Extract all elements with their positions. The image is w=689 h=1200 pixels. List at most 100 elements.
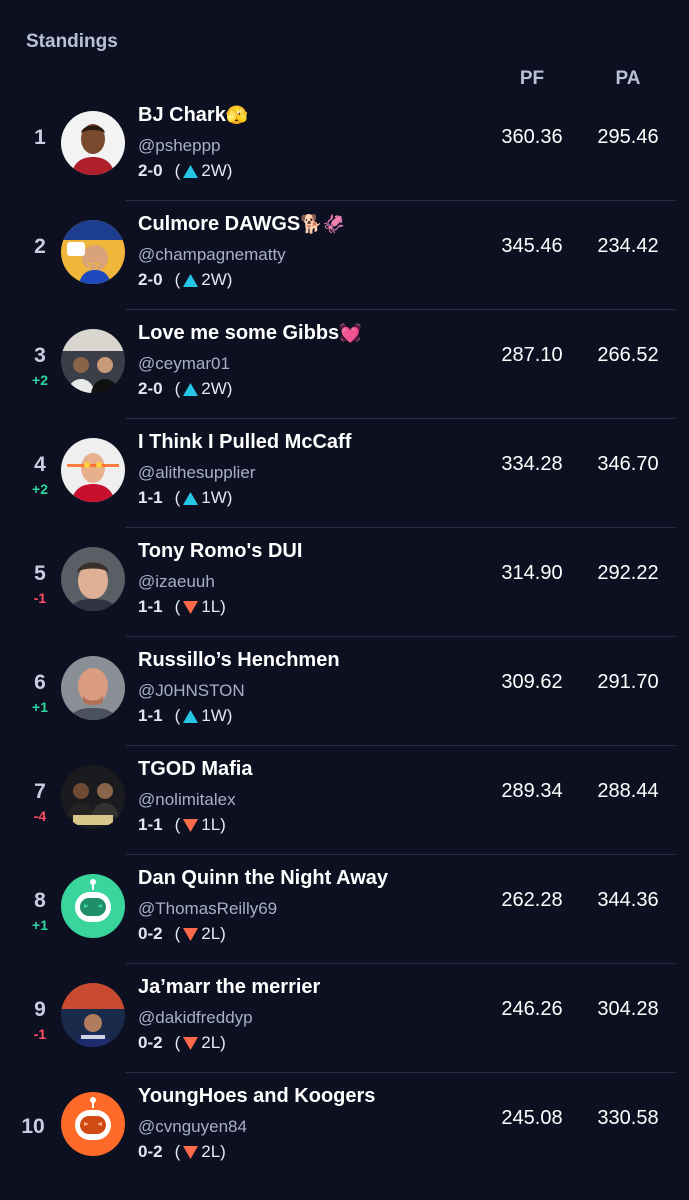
team-name[interactable]: Dan Quinn the Night Away [138,867,388,890]
page-title: Standings [26,31,118,52]
standings-row[interactable]: 8 +1 Dan Quinn the Night Away @ThomasRei… [0,855,689,964]
team-record-line: 1-1 ( 1W) [138,706,232,726]
rank-number: 6 [34,671,46,694]
owner-handle[interactable]: @J0HNSTON [138,681,245,701]
team-name[interactable]: Russillo’s Henchmen [138,649,340,672]
points-against: 288.44 [597,780,659,802]
streak-value: 1L) [201,597,226,616]
team-name-text: Ja’marr the merrier [138,976,321,998]
team-name[interactable]: Culmore DAWGS🐕🦑 [138,213,345,236]
streak-value: 2L) [201,924,226,943]
standings-row[interactable]: 2 17 Culmore DAWGS🐕🦑 @champagnematty 2-0… [0,201,689,310]
team-record-line: 0-2 ( 2L) [138,1033,226,1053]
owner-handle[interactable]: @champagnematty [138,245,286,265]
win-loss-record: 2-0 [138,379,163,398]
pa-column-header[interactable]: PA [588,68,668,90]
team-name-text: Tony Romo's DUI [138,540,303,562]
standings-row[interactable]: 5 -1 Tony Romo's DUI @izaeuuh 1-1 ( 1L) … [0,528,689,637]
owner-handle[interactable]: @cvnguyen84 [138,1117,247,1137]
team-avatar[interactable] [61,656,125,720]
points-for: 245.08 [501,1107,563,1129]
standings-row[interactable]: 7 -4 TGOD Mafia @nolimitalex 1-1 ( 1L) 2… [0,746,689,855]
team-name[interactable]: Love me some Gibbs💓 [138,322,362,345]
rank-number: 8 [34,889,46,912]
owner-handle[interactable]: @nolimitalex [138,790,236,810]
team-avatar[interactable] [61,111,125,175]
streak-value: 2L) [201,1033,226,1052]
streak: ( 2L) [175,924,226,944]
team-name[interactable]: Tony Romo's DUI [138,540,302,563]
triangle-down-icon [182,1036,199,1051]
owner-handle[interactable]: @izaeuuh [138,572,215,592]
team-name[interactable]: TGOD Mafia [138,758,252,781]
owner-handle[interactable]: @psheppp [138,136,221,156]
streak-open-paren: ( [174,379,181,398]
triangle-down-icon [182,818,199,833]
team-record-line: 1-1 ( 1W) [138,488,232,508]
rank-change: +2 [32,372,48,388]
points-for: 334.28 [501,453,563,475]
team-name-emoji: 🐕🦑 [300,214,346,235]
points-for: 360.36 [501,126,563,148]
streak-value: 1W) [201,706,233,725]
team-name[interactable]: I Think I Pulled McCaff [138,431,351,454]
team-record-line: 0-2 ( 2L) [138,924,226,944]
team-record-line: 2-0 ( 2W) [138,270,232,290]
rank-number: 4 [34,453,46,476]
team-avatar[interactable] [61,983,125,1047]
standings-row[interactable]: 4 +2 I Think I Pulled McCaff @alithesupp… [0,419,689,528]
points-against: 292.22 [597,562,659,584]
streak-value: 1L) [201,815,226,834]
team-name-text: Dan Quinn the Night Away [138,867,389,889]
points-for: 262.28 [501,889,563,911]
team-name[interactable]: BJ Chark🫣 [138,104,248,127]
team-avatar[interactable] [61,1092,125,1156]
owner-handle[interactable]: @ceymar01 [138,354,230,374]
standings-row[interactable]: 3 +2 Love me some Gibbs💓 @ceymar01 2-0 (… [0,310,689,419]
points-against: 295.46 [597,126,659,148]
points-for: 345.46 [501,235,563,257]
standings-row[interactable]: 9 -1 Ja’marr the merrier @dakidfreddyp 0… [0,964,689,1073]
team-name[interactable]: Ja’marr the merrier [138,976,320,999]
rank-number: 10 [21,1115,45,1138]
team-name[interactable]: YoungHoes and Koogers [138,1085,375,1108]
team-avatar[interactable]: 17 [61,220,125,284]
team-avatar[interactable] [61,438,125,502]
points-for: 314.90 [501,562,563,584]
points-for: 309.62 [501,671,563,693]
team-avatar[interactable] [61,547,125,611]
triangle-down-icon [182,927,199,942]
owner-handle[interactable]: @dakidfreddyp [138,1008,253,1028]
streak: ( 1W) [175,488,233,508]
owner-handle[interactable]: @ThomasReilly69 [138,899,277,919]
team-record-line: 1-1 ( 1L) [138,597,226,617]
standings-row[interactable]: 10 YoungHoes and Koogers @cvnguyen84 0-2… [0,1073,689,1182]
team-name-text: Love me some Gibbs [138,322,340,344]
standings-row[interactable]: 6 +1 Russillo’s Henchmen @J0HNSTON 1-1 (… [0,637,689,746]
win-loss-record: 1-1 [138,815,163,834]
win-loss-record: 1-1 [138,597,163,616]
standings-page: Standings PF PA 1 BJ Chark🫣 @psheppp 2-0… [0,0,689,1200]
owner-handle[interactable]: @alithesupplier [138,463,255,483]
streak-value: 1W) [201,488,233,507]
rank-change: -1 [33,590,47,606]
pf-column-header[interactable]: PF [492,68,572,90]
rank-change: +2 [32,481,48,497]
team-name-text: BJ Chark [138,104,226,126]
streak-value: 2W) [201,161,233,180]
triangle-down-icon [182,1145,199,1160]
streak-value: 2W) [201,379,233,398]
team-avatar[interactable] [61,765,125,829]
streak-open-paren: ( [174,270,181,289]
points-against: 330.58 [597,1107,659,1129]
standings-row[interactable]: 1 BJ Chark🫣 @psheppp 2-0 ( 2W) 360.36 29… [0,92,689,201]
team-record-line: 0-2 ( 2L) [138,1142,226,1162]
team-avatar[interactable] [61,874,125,938]
team-avatar[interactable] [61,329,125,393]
streak: ( 2W) [175,379,233,399]
points-for: 289.34 [501,780,563,802]
points-against: 234.42 [597,235,659,257]
streak: ( 2W) [175,161,233,181]
triangle-down-icon [182,600,199,615]
triangle-up-icon [182,382,199,397]
